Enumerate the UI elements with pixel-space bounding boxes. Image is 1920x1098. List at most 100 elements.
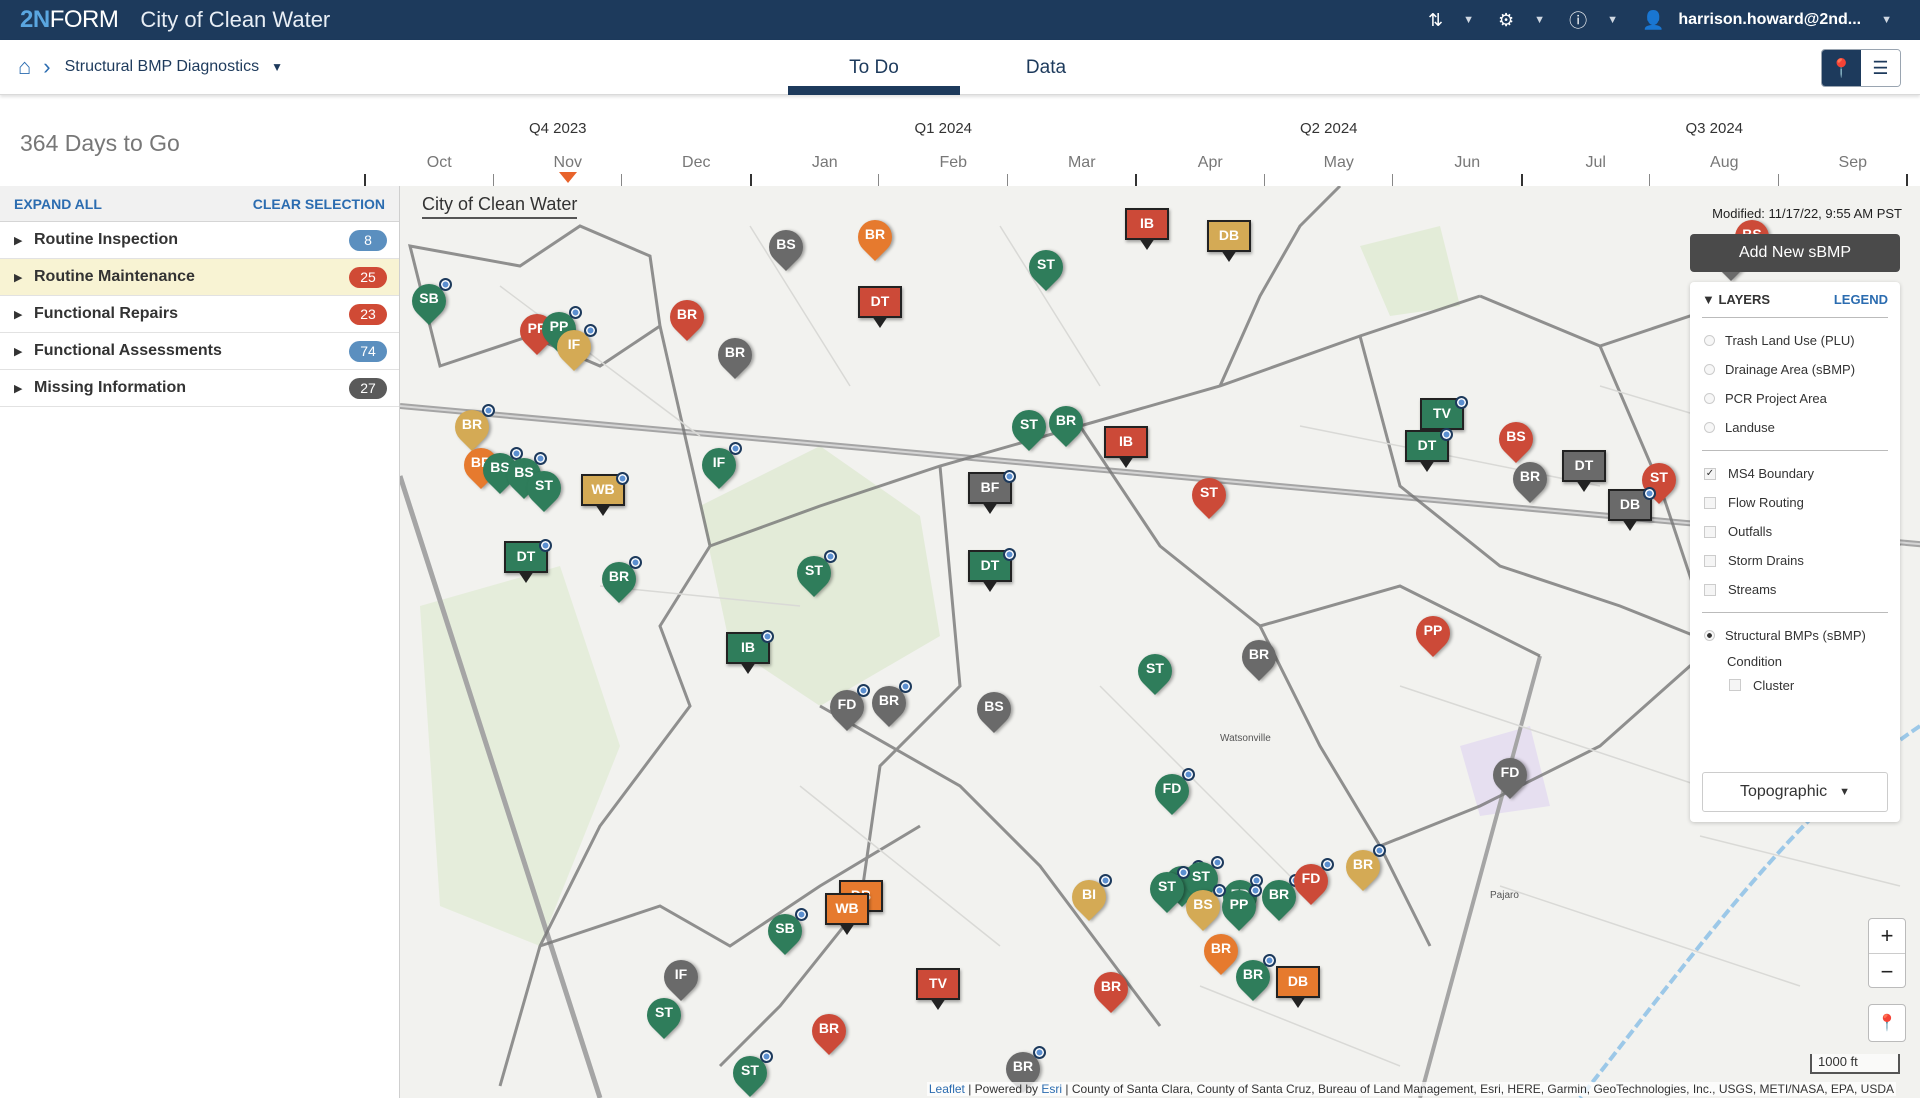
sbmp-marker-if[interactable]: IF bbox=[549, 322, 599, 376]
sbmp-marker-st[interactable]: ST bbox=[639, 990, 689, 1044]
sbmp-marker-st[interactable]: ST bbox=[789, 548, 839, 602]
layer-cluster[interactable]: Cluster bbox=[1702, 672, 1888, 698]
tab-to-do[interactable]: To Do bbox=[788, 40, 960, 95]
clear-selection-button[interactable]: CLEAR SELECTION bbox=[253, 196, 385, 212]
sbmp-marker-br[interactable]: BR bbox=[864, 678, 914, 732]
layer-radio[interactable] bbox=[1704, 364, 1715, 375]
timeline-month-label[interactable]: Dec bbox=[682, 154, 710, 172]
layer-option[interactable]: PCR Project Area bbox=[1702, 384, 1888, 413]
sbmp-marker-st[interactable]: ST bbox=[1142, 864, 1192, 918]
sbmp-marker-fd[interactable]: FD bbox=[822, 682, 872, 736]
layer-radio[interactable] bbox=[1704, 335, 1715, 346]
layer-radio[interactable] bbox=[1704, 393, 1715, 404]
list-view-button[interactable]: ☰ bbox=[1861, 50, 1900, 86]
sort-menu-chevron-icon[interactable]: ▼ bbox=[1463, 14, 1474, 26]
map-view-button[interactable]: 📍 bbox=[1822, 50, 1861, 86]
sbmp-marker-wb[interactable]: WB bbox=[825, 893, 869, 939]
sbmp-marker-br[interactable]: BR bbox=[1228, 952, 1278, 1006]
app-logo[interactable]: 2N FORM bbox=[20, 6, 119, 34]
caret-right-icon[interactable]: ▶ bbox=[14, 308, 34, 321]
overlay-option[interactable]: Outfalls bbox=[1702, 517, 1888, 546]
timeline-month-label[interactable]: Apr bbox=[1198, 154, 1223, 172]
help-icon[interactable]: ⓘ bbox=[1569, 7, 1587, 33]
sbmp-marker-ib[interactable]: IB bbox=[1104, 426, 1148, 472]
sbmp-marker-br[interactable]: BR bbox=[662, 292, 712, 346]
basemap-select[interactable]: Topographic ▼ bbox=[1702, 772, 1888, 812]
settings-menu-chevron-icon[interactable]: ▼ bbox=[1534, 14, 1545, 26]
sbmp-marker-dt[interactable]: DT bbox=[1405, 428, 1453, 476]
sbmp-marker-st[interactable]: ST bbox=[519, 463, 569, 517]
overlay-option[interactable]: Flow Routing bbox=[1702, 488, 1888, 517]
sbmp-marker-fd[interactable]: FD bbox=[1147, 766, 1197, 820]
overlay-checkbox[interactable]: ✓ bbox=[1704, 467, 1716, 480]
timeline-month-label[interactable]: Aug bbox=[1710, 154, 1738, 172]
sbmp-marker-st[interactable]: ST bbox=[725, 1048, 775, 1098]
sbmp-radio[interactable] bbox=[1704, 630, 1715, 641]
timeline-month-label[interactable]: Feb bbox=[939, 154, 967, 172]
user-menu[interactable]: harrison.howard@2nd... bbox=[1678, 11, 1861, 29]
sort-icon[interactable]: ⇅ bbox=[1428, 10, 1443, 31]
layers-toggle[interactable]: ▼ LAYERS bbox=[1702, 292, 1770, 307]
add-new-sbmp-button[interactable]: Add New sBMP bbox=[1690, 234, 1900, 272]
sbmp-marker-sb[interactable]: SB bbox=[404, 276, 454, 330]
timeline-month-label[interactable]: Sep bbox=[1839, 154, 1867, 172]
sbmp-marker-ib[interactable]: IB bbox=[726, 630, 774, 678]
sbmp-marker-if[interactable]: IF bbox=[694, 440, 744, 494]
task-category-row[interactable]: ▶ Routine Maintenance 25 bbox=[0, 259, 399, 296]
leaflet-link[interactable]: Leaflet bbox=[929, 1082, 965, 1096]
sbmp-marker-ib[interactable]: IB bbox=[1125, 208, 1169, 254]
sbmp-marker-bs[interactable]: BS bbox=[969, 684, 1019, 738]
timeline-month-label[interactable]: May bbox=[1324, 154, 1354, 172]
sbmp-marker-dt[interactable]: DT bbox=[858, 286, 902, 332]
sbmp-marker-br[interactable]: BR bbox=[804, 1006, 854, 1060]
task-category-row[interactable]: ▶ Routine Inspection 8 bbox=[0, 222, 399, 259]
expand-all-button[interactable]: EXPAND ALL bbox=[14, 196, 102, 212]
overlay-option[interactable]: Streams bbox=[1702, 575, 1888, 604]
sbmp-marker-br[interactable]: BR bbox=[710, 330, 760, 384]
overlay-checkbox[interactable] bbox=[1704, 525, 1716, 538]
caret-right-icon[interactable]: ▶ bbox=[14, 271, 34, 284]
caret-right-icon[interactable]: ▶ bbox=[14, 345, 34, 358]
gear-icon[interactable]: ⚙ bbox=[1498, 10, 1514, 31]
sbmp-marker-wb[interactable]: WB bbox=[581, 472, 629, 520]
overlay-checkbox[interactable] bbox=[1704, 554, 1716, 567]
sbmp-marker-sb[interactable]: SB bbox=[760, 906, 810, 960]
timeline-month-label[interactable]: Jan bbox=[812, 154, 838, 172]
sbmp-marker-br[interactable]: BR bbox=[1041, 398, 1091, 452]
task-category-row[interactable]: ▶ Functional Assessments 74 bbox=[0, 333, 399, 370]
sbmp-marker-st[interactable]: ST bbox=[1130, 646, 1180, 700]
sbmp-marker-st[interactable]: ST bbox=[1021, 242, 1071, 296]
esri-link[interactable]: Esri bbox=[1041, 1082, 1062, 1096]
task-category-row[interactable]: ▶ Missing Information 27 bbox=[0, 370, 399, 407]
caret-right-icon[interactable]: ▶ bbox=[14, 234, 34, 247]
overlay-checkbox[interactable] bbox=[1704, 583, 1716, 596]
sbmp-marker-bf[interactable]: BF bbox=[968, 470, 1016, 518]
map[interactable]: Watsonville Pajaro City of Clean Water S… bbox=[400, 186, 1920, 1098]
overlay-option[interactable]: Storm Drains bbox=[1702, 546, 1888, 575]
layer-option[interactable]: Trash Land Use (PLU) bbox=[1702, 326, 1888, 355]
sbmp-marker-br[interactable]: BR bbox=[1338, 842, 1388, 896]
chevron-down-icon[interactable]: ▼ bbox=[271, 60, 283, 74]
sbmp-marker-tv[interactable]: TV bbox=[916, 968, 960, 1014]
sbmp-marker-bs[interactable]: BS bbox=[761, 222, 811, 276]
user-menu-chevron-icon[interactable]: ▼ bbox=[1881, 14, 1892, 26]
layer-radio[interactable] bbox=[1704, 422, 1715, 433]
sbmp-marker-br[interactable]: BR bbox=[1505, 454, 1555, 508]
breadcrumb-current[interactable]: Structural BMP Diagnostics bbox=[65, 58, 259, 76]
tab-data[interactable]: Data bbox=[960, 40, 1132, 95]
zoom-out-button[interactable]: − bbox=[1869, 954, 1905, 989]
sbmp-marker-st[interactable]: ST bbox=[1184, 470, 1234, 524]
timeline[interactable]: Q4 2023 Q1 2024 Q2 2024 Q3 2024 Oct Nov Dec Jan… bbox=[364, 110, 1920, 186]
home-icon[interactable]: ⌂ bbox=[18, 54, 31, 80]
caret-right-icon[interactable]: ▶ bbox=[14, 382, 34, 395]
sbmp-marker-db[interactable]: DB bbox=[1276, 966, 1320, 1012]
locate-button[interactable]: 📍 bbox=[1868, 1004, 1906, 1042]
sbmp-marker-st[interactable]: ST bbox=[1004, 402, 1054, 456]
task-category-row[interactable]: ▶ Functional Repairs 23 bbox=[0, 296, 399, 333]
layer-sbmp[interactable]: Structural BMPs (sBMP) bbox=[1702, 621, 1888, 650]
timeline-month-label[interactable]: Nov bbox=[554, 154, 582, 172]
timeline-month-label[interactable]: Jul bbox=[1586, 154, 1606, 172]
sbmp-marker-br[interactable]: BR bbox=[594, 554, 644, 608]
sbmp-marker-pp[interactable]: PP bbox=[1408, 608, 1458, 662]
timeline-month-label[interactable]: Oct bbox=[427, 154, 452, 172]
